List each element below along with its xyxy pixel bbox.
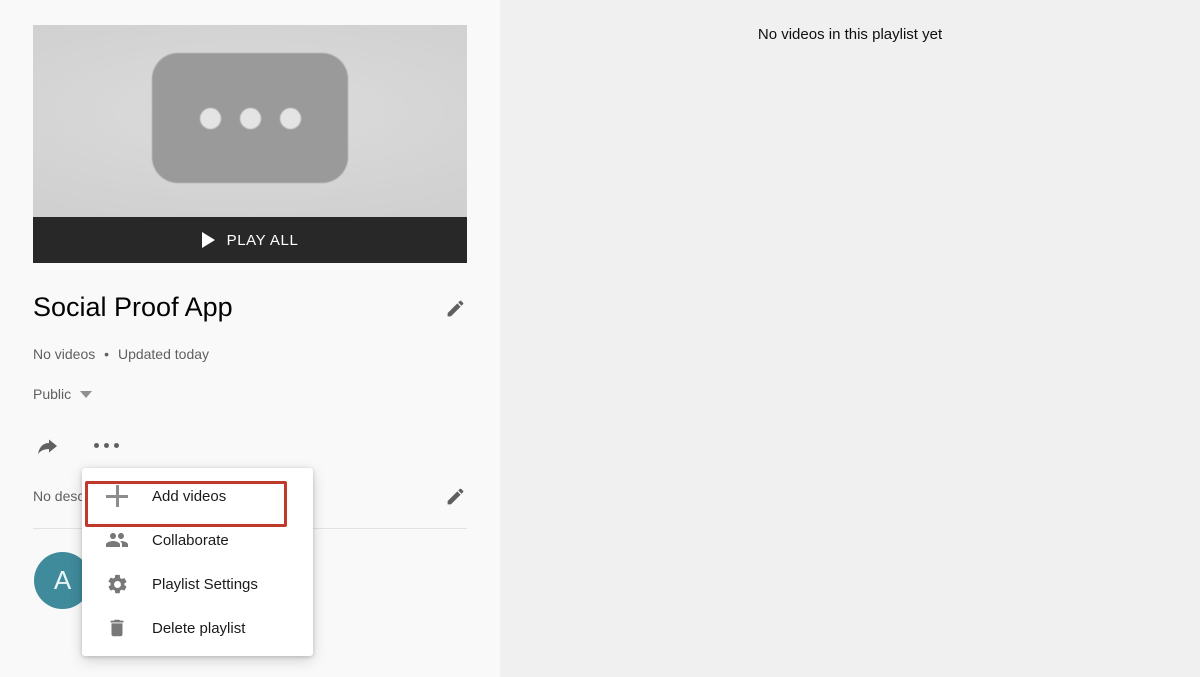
placeholder-dot: [279, 107, 301, 129]
menu-item-playlist-settings[interactable]: Playlist Settings: [82, 562, 313, 606]
menu-item-label: Collaborate: [152, 531, 229, 549]
menu-item-label: Playlist Settings: [152, 575, 258, 593]
meta-separator: •: [104, 346, 110, 362]
play-triangle-icon: [201, 232, 215, 248]
edit-title-button[interactable]: [443, 296, 467, 320]
gear-icon: [108, 574, 126, 593]
more-horizontal-icon: [94, 443, 119, 448]
avatar-initial: A: [53, 565, 72, 595]
menu-item-delete-playlist[interactable]: Delete playlist: [82, 606, 313, 650]
plus-glyph: [106, 485, 128, 507]
page-title: Social Proof App: [33, 292, 233, 323]
play-all-button[interactable]: PLAY ALL: [33, 217, 467, 263]
playlist-title-row: Social Proof App: [33, 288, 467, 328]
thumbnail-placeholder-art: [33, 25, 467, 217]
play-all-label: PLAY ALL: [226, 231, 299, 249]
video-placeholder-icon: [152, 53, 348, 183]
share-button[interactable]: [33, 432, 60, 459]
plus-icon: [104, 483, 130, 509]
pencil-icon: [447, 300, 463, 316]
playlist-page: PLAY ALL Social Proof App No videos • Up…: [0, 0, 1200, 677]
dot: [94, 443, 99, 448]
playlist-thumbnail[interactable]: PLAY ALL: [33, 25, 467, 263]
playlist-options-menu: Add videos Collaborate Playlist Settings: [82, 468, 313, 656]
menu-item-label: Delete playlist: [152, 619, 246, 637]
dot: [104, 443, 109, 448]
playlist-content-panel: No videos in this playlist yet: [500, 0, 1200, 677]
more-options-button[interactable]: [93, 432, 120, 459]
gear-icon-wrap: [104, 571, 130, 597]
placeholder-dot: [199, 107, 221, 129]
trash-icon: [110, 619, 124, 637]
video-count-text: No videos: [33, 346, 96, 362]
placeholder-dot: [239, 107, 261, 129]
dot: [114, 443, 119, 448]
visibility-label: Public: [33, 386, 72, 402]
menu-item-label: Add videos: [152, 487, 227, 505]
playlist-actions: [33, 432, 120, 459]
menu-item-add-videos[interactable]: Add videos: [82, 474, 313, 518]
menu-item-collaborate[interactable]: Collaborate: [82, 518, 313, 562]
playlist-meta: No videos • Updated today: [33, 346, 209, 362]
chevron-down-icon: [80, 390, 93, 398]
share-arrow-icon: [37, 439, 57, 454]
updated-text: Updated today: [117, 346, 210, 362]
people-icon-wrap: [104, 527, 130, 553]
visibility-dropdown[interactable]: Public: [33, 386, 93, 402]
pencil-icon: [447, 488, 463, 504]
playlist-sidebar: PLAY ALL Social Proof App No videos • Up…: [0, 0, 500, 677]
people-icon: [106, 533, 128, 547]
edit-description-button[interactable]: [443, 484, 467, 508]
empty-playlist-message: No videos in this playlist yet: [757, 26, 943, 43]
trash-icon-wrap: [104, 615, 130, 641]
